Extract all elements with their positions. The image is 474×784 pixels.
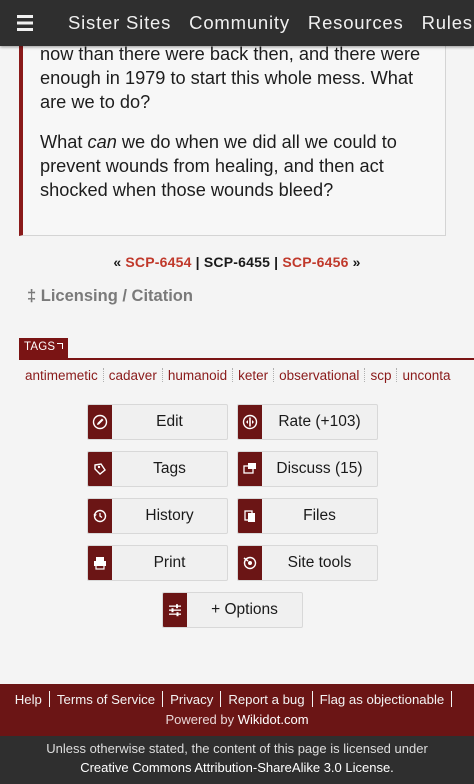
license-line: Unless otherwise stated, the content of … xyxy=(46,741,428,756)
tag-link[interactable]: scp xyxy=(370,368,391,383)
tag-link[interactable]: keter xyxy=(238,368,268,383)
article-paragraph: What can we do when we did all we could … xyxy=(40,130,440,202)
options-button[interactable]: + Options xyxy=(162,592,303,628)
footer-links: Help Terms of Service Privacy Report a bug F… xyxy=(0,691,474,707)
powered-by-prefix: Powered by xyxy=(165,712,238,727)
print-button-label: Print xyxy=(153,554,186,571)
nav-separator: | xyxy=(191,254,204,270)
nav-item-rules[interactable]: Rules xyxy=(422,12,473,34)
next-scp-link[interactable]: SCP-6456 xyxy=(282,254,348,270)
tag-link[interactable]: cadaver xyxy=(109,368,157,383)
tags-button[interactable]: Tags xyxy=(87,451,228,487)
discussion-icon xyxy=(238,452,262,486)
sliders-icon xyxy=(163,593,187,627)
site-tools-button-label: Site tools xyxy=(287,554,352,571)
tag-icon xyxy=(88,452,112,486)
history-button-label: History xyxy=(145,507,194,524)
footer-link-terms[interactable]: Terms of Service xyxy=(57,692,155,707)
article-blockquote: now than there were back then, and there… xyxy=(19,30,446,236)
site-footer: Help Terms of Service Privacy Report a bug F… xyxy=(0,684,474,736)
scp-series-navigation: « SCP-6454 | SCP-6455 | SCP-6456 » xyxy=(0,254,474,270)
tag-link[interactable]: observational xyxy=(279,368,359,383)
nav-item-sister-sites[interactable]: Sister Sites xyxy=(68,12,171,34)
edit-button[interactable]: Edit xyxy=(87,404,228,440)
tag-link[interactable]: antimemetic xyxy=(25,368,98,383)
tag-link[interactable]: unconta xyxy=(402,368,450,383)
site-tools-button[interactable]: Site tools xyxy=(237,545,378,581)
history-button[interactable]: History xyxy=(87,498,228,534)
prev-scp-link[interactable]: SCP-6454 xyxy=(125,254,191,270)
rate-button-label: Rate (+103) xyxy=(278,413,361,430)
license-link[interactable]: Creative Commons Attribution-ShareAlike … xyxy=(0,758,474,777)
top-nav-bar: Sister Sites Community Resources Rules xyxy=(0,0,474,46)
footer-separator xyxy=(451,691,453,707)
discuss-button[interactable]: Discuss (15) xyxy=(237,451,378,487)
nav-close-quote: » xyxy=(348,254,361,270)
footer-separator xyxy=(220,691,222,707)
footer-link-privacy[interactable]: Privacy xyxy=(170,692,213,707)
discuss-button-label: Discuss (15) xyxy=(276,460,363,477)
rate-button[interactable]: Rate (+103) xyxy=(237,404,378,440)
tags-divider xyxy=(19,358,474,360)
licensing-citation-toggle[interactable]: ‡ Licensing / Citation xyxy=(27,287,193,306)
footer-separator xyxy=(162,691,164,707)
tag-separator xyxy=(396,368,398,382)
footer-separator xyxy=(311,691,313,707)
nav-separator: | xyxy=(270,254,283,270)
tag-link[interactable]: humanoid xyxy=(168,368,227,383)
text-span: What xyxy=(40,132,88,152)
print-button[interactable]: Print xyxy=(87,545,228,581)
rate-dial-icon xyxy=(238,405,262,439)
tag-separator xyxy=(161,368,163,382)
tools-gear-icon xyxy=(238,546,262,580)
tags-list: antimemetic cadaver humanoid keter observati… xyxy=(25,368,474,386)
files-button[interactable]: Files xyxy=(237,498,378,534)
options-button-label: + Options xyxy=(211,601,278,618)
footer-separator xyxy=(48,691,50,707)
tags-heading-label: TAGS xyxy=(24,341,56,353)
license-notice: Unless otherwise stated, the content of … xyxy=(0,736,474,784)
history-clock-icon xyxy=(88,499,112,533)
current-scp-label: SCP-6455 xyxy=(203,254,271,270)
powered-by: Powered by Wikidot.com xyxy=(0,712,474,727)
nav-open-quote: « xyxy=(113,254,126,270)
tag-separator xyxy=(232,368,234,382)
wikidot-link[interactable]: Wikidot.com xyxy=(238,712,309,727)
article-paragraph: now than there were back then, and there… xyxy=(40,44,421,112)
footer-link-help[interactable]: Help xyxy=(15,692,42,707)
tags-heading: TAGS xyxy=(19,338,69,358)
files-icon xyxy=(238,499,262,533)
corner-icon xyxy=(57,343,64,349)
pencil-icon xyxy=(88,405,112,439)
nav-item-resources[interactable]: Resources xyxy=(308,12,404,34)
printer-icon xyxy=(88,546,112,580)
tag-separator xyxy=(364,368,366,382)
footer-link-flag[interactable]: Flag as objectionable xyxy=(320,692,445,707)
hamburger-menu-icon[interactable] xyxy=(0,0,50,46)
edit-button-label: Edit xyxy=(156,413,183,430)
tags-button-label: Tags xyxy=(153,460,186,477)
files-button-label: Files xyxy=(303,507,336,524)
emphasis-text: can xyxy=(87,132,117,152)
tag-separator xyxy=(102,368,104,382)
nav-item-community[interactable]: Community xyxy=(189,12,290,34)
tag-separator xyxy=(273,368,275,382)
footer-link-report-bug[interactable]: Report a bug xyxy=(228,692,304,707)
